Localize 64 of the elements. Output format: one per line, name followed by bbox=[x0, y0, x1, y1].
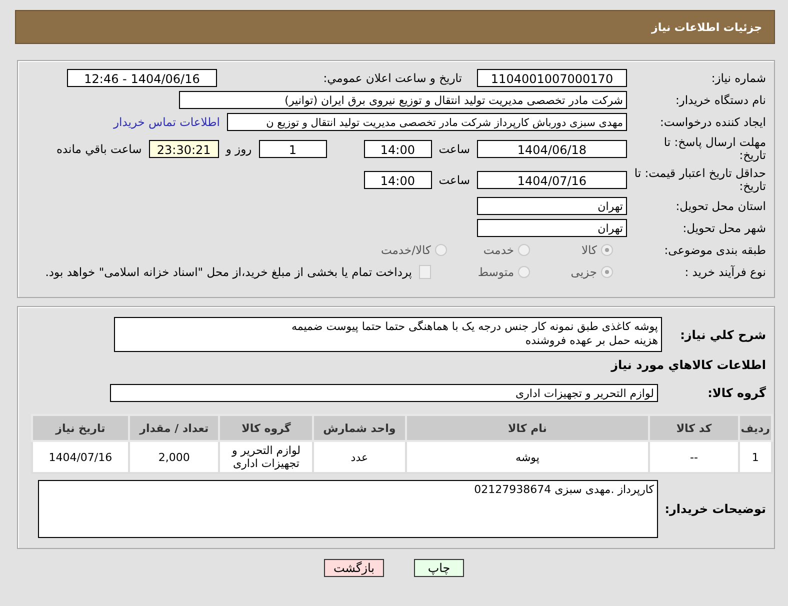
province-field: تهران bbox=[477, 197, 627, 215]
print-button[interactable]: چاپ bbox=[414, 559, 464, 577]
back-button[interactable]: بازگشت bbox=[324, 559, 384, 577]
field-label: شرح کلي نیاز: bbox=[679, 328, 767, 342]
days-label: روز و bbox=[226, 142, 252, 156]
announce-date-field: 1404/06/16 - 12:46 bbox=[67, 69, 217, 87]
remaining-time-field: 23:30:21 bbox=[148, 140, 219, 158]
column-header: نام کالا bbox=[406, 415, 650, 441]
radio-label: خدمت bbox=[482, 243, 514, 257]
table-cell: 1 bbox=[738, 441, 772, 473]
field-label: طبقه بندی موضوعی: bbox=[663, 243, 767, 257]
treasury-note: پرداخت تمام یا بخشی از مبلغ خرید،از محل "اسناد خزانه اسلامی" خواهد بود. bbox=[45, 265, 412, 279]
radio-label: متوسط bbox=[476, 265, 514, 279]
buyer-contact-link[interactable]: اطلاعات تماس خریدار bbox=[113, 115, 220, 129]
radio-button[interactable] bbox=[435, 244, 447, 256]
field-label: نوع فرآیند خرید : bbox=[684, 265, 767, 279]
page-title: جزئیات اطلاعات نیاز bbox=[652, 20, 762, 34]
section-heading: اطلاعات کالاهاي مورد نیاز bbox=[610, 358, 767, 372]
column-header: ردیف bbox=[738, 415, 772, 441]
radio-button[interactable] bbox=[601, 266, 613, 278]
table-cell: -- bbox=[649, 441, 739, 473]
validity-date-field: 1404/07/16 bbox=[477, 170, 627, 188]
radio-button[interactable] bbox=[518, 266, 530, 278]
field-label: استان محل تحویل: bbox=[674, 199, 767, 213]
field-label: تاریخ و ساعت اعلان عمومي: bbox=[322, 71, 462, 85]
description-line: پوشه کاغذی طبق نمونه کار جنس درجه یک با هماهنگی حتما حتما پیوست ضمیمه bbox=[290, 320, 658, 334]
goods-group-field: لوازم التحریر و تجهیزات اداری bbox=[110, 384, 658, 402]
field-label: شهر محل تحویل: bbox=[682, 221, 767, 235]
time-label: ساعت bbox=[438, 172, 470, 186]
radio-button[interactable] bbox=[601, 244, 613, 256]
city-field: تهران bbox=[477, 219, 627, 237]
column-header: کد کالا bbox=[649, 415, 739, 441]
checkbox[interactable] bbox=[419, 265, 431, 279]
field-label: شماره نیاز: bbox=[710, 71, 767, 85]
field-label: گروه کالا: bbox=[706, 386, 767, 400]
column-header: تعداد / مقدار bbox=[128, 415, 220, 441]
deadline-date-field: 1404/06/18 bbox=[477, 140, 627, 158]
table-cell: 2,000 bbox=[128, 441, 220, 473]
description-line: هزینه حمل بر عهده فروشنده bbox=[524, 334, 658, 348]
table-cell: عدد bbox=[313, 441, 406, 473]
deadline-time-field: 14:00 bbox=[364, 140, 432, 158]
remaining-label: ساعت باقي مانده bbox=[56, 142, 142, 156]
column-header: واحد شمارش bbox=[313, 415, 406, 441]
buyer-field: شرکت مادر تخصصی مدیریت تولید انتقال و توزیع نیروی برق ایران (توانیر) bbox=[179, 91, 627, 109]
radio-button[interactable] bbox=[518, 244, 530, 256]
days-field: 1 bbox=[258, 140, 327, 158]
radio-label: کالا/خدمت bbox=[380, 243, 431, 257]
radio-label: جزیی bbox=[570, 265, 597, 279]
radio-label: کالا bbox=[580, 243, 597, 257]
validity-time-field: 14:00 bbox=[364, 170, 432, 188]
field-label: حداقل تاریخ اعتبار قیمت: تا تاریخ: bbox=[634, 166, 767, 192]
table-cell: لوازم التحریر و تجهیزات اداری bbox=[219, 441, 314, 473]
notes-text: کارپرداز .مهدی سبزی 02127938674 bbox=[473, 483, 654, 497]
need-number-field: 1104001007000170 bbox=[477, 69, 627, 87]
creator-field: مهدی سبزی دورباش کارپرداز شرکت مادر تخصصی مدیریت تولید انتقال و توزیع ن bbox=[227, 113, 627, 131]
field-label: ایجاد کننده درخواست: bbox=[659, 115, 767, 129]
table-cell: پوشه bbox=[406, 441, 650, 473]
column-header: گروه کالا bbox=[219, 415, 314, 441]
field-label: توضیحات خریدار: bbox=[664, 502, 767, 516]
time-label: ساعت bbox=[438, 142, 470, 156]
field-label: مهلت ارسال پاسخ: تا تاریخ: bbox=[662, 136, 767, 162]
table-cell: 1404/07/16 bbox=[32, 441, 129, 473]
column-header: تاریخ نیاز bbox=[32, 415, 129, 441]
field-label: نام دستگاه خریدار: bbox=[674, 93, 767, 107]
